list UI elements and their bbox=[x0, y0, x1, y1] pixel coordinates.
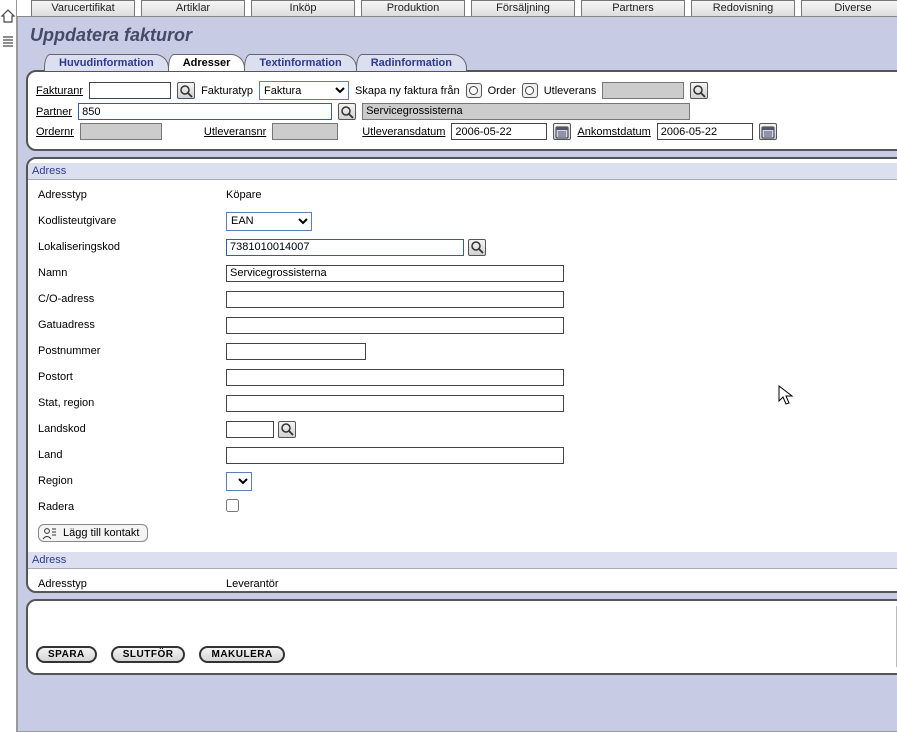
partner-label: Partner bbox=[36, 106, 72, 118]
menu-item-inkop[interactable]: Inköp bbox=[251, 0, 355, 16]
landskod-input[interactable] bbox=[226, 421, 274, 438]
tab-textinformation[interactable]: Textinformation bbox=[244, 54, 356, 71]
menu-item-forsaljning[interactable]: Försäljning bbox=[471, 0, 575, 16]
ankomstdatum-input[interactable] bbox=[657, 123, 753, 140]
spara-button[interactable]: SPARA bbox=[36, 646, 97, 663]
lokaliseringskod-label: Lokaliseringskod bbox=[34, 239, 222, 255]
adresstyp2-label: Adresstyp bbox=[34, 576, 222, 591]
header-panel: Fakturanr Fakturatyp Faktura Skapa ny fa… bbox=[26, 70, 897, 151]
co-adress-input[interactable] bbox=[226, 291, 564, 308]
lokaliseringskod-input[interactable] bbox=[226, 239, 464, 256]
address-section-header-1: Adress bbox=[28, 163, 897, 180]
order-label: Order bbox=[488, 85, 516, 97]
add-contact-button[interactable]: Lägg till kontakt bbox=[38, 524, 148, 542]
utleveransnr-display bbox=[272, 123, 338, 140]
home-icon[interactable] bbox=[0, 8, 16, 24]
contact-icon bbox=[42, 526, 57, 540]
landskod-label: Landskod bbox=[34, 421, 222, 437]
utleverans-ref-field bbox=[602, 82, 684, 99]
order-radio[interactable] bbox=[466, 83, 482, 98]
utleveransdatum-label: Utleveransdatum bbox=[362, 126, 445, 138]
land-input[interactable] bbox=[226, 447, 564, 464]
utleverans-label: Utleverans bbox=[544, 85, 597, 97]
kodlisteutgivare-label: Kodlisteutgivare bbox=[34, 213, 222, 229]
utleverans-lookup-button[interactable] bbox=[690, 82, 708, 99]
address-section-header-2: Adress bbox=[28, 552, 897, 569]
landskod-lookup-button[interactable] bbox=[278, 421, 296, 438]
land-label: Land bbox=[34, 447, 222, 463]
utleveransdatum-calendar-button[interactable] bbox=[553, 123, 571, 140]
partner-name-display: Servicegrossisterna bbox=[362, 103, 690, 120]
stat-region-label: Stat, region bbox=[34, 395, 222, 411]
tab-huvudinformation[interactable]: Huvudinformation bbox=[44, 54, 169, 71]
utleveransdatum-input[interactable] bbox=[451, 123, 547, 140]
footer-panel: SPARA SLUTFÖR MAKULERA Exkl. moms 0.00 M… bbox=[26, 599, 897, 675]
utleveransnr-label: Utleveransnr bbox=[204, 126, 266, 138]
address-scroll-panel: Adress Adresstyp Köpare Kodlisteutgivare… bbox=[26, 157, 897, 593]
tab-radinformation[interactable]: Radinformation bbox=[356, 54, 467, 71]
radera-label: Radera bbox=[34, 499, 222, 515]
ordernr-label: Ordernr bbox=[36, 126, 74, 138]
postnummer-label: Postnummer bbox=[34, 343, 222, 359]
skapa-label: Skapa ny faktura från bbox=[355, 85, 460, 97]
adresstyp-value: Köpare bbox=[222, 187, 897, 203]
partner-lookup-button[interactable] bbox=[338, 103, 356, 120]
lokaliseringskod-lookup-button[interactable] bbox=[468, 239, 486, 256]
fakturanr-label: Fakturanr bbox=[36, 85, 83, 97]
menu-item-varucertifikat[interactable]: Varucertifikat bbox=[31, 0, 135, 16]
add-contact-label: Lägg till kontakt bbox=[63, 527, 139, 539]
menu-item-produktion[interactable]: Produktion bbox=[361, 0, 465, 16]
co-adress-label: C/O-adress bbox=[34, 291, 222, 307]
fakturatyp-select[interactable]: Faktura bbox=[259, 81, 349, 100]
postort-input[interactable] bbox=[226, 369, 564, 386]
radera-checkbox[interactable] bbox=[226, 499, 239, 512]
fakturanr-lookup-button[interactable] bbox=[177, 82, 195, 99]
menu-item-artiklar[interactable]: Artiklar bbox=[141, 0, 245, 16]
namn-input[interactable] bbox=[226, 265, 564, 282]
stat-region-input[interactable] bbox=[226, 395, 564, 412]
ordernr-display bbox=[80, 123, 162, 140]
fakturatyp-label: Fakturatyp bbox=[201, 85, 253, 97]
main-menu: Varucertifikat Artiklar Inköp Produktion… bbox=[17, 0, 897, 17]
postort-label: Postort bbox=[34, 369, 222, 385]
menu-item-diverse[interactable]: Diverse bbox=[801, 0, 897, 16]
partner-input[interactable] bbox=[78, 103, 332, 120]
slutfor-button[interactable]: SLUTFÖR bbox=[111, 646, 186, 663]
adresstyp2-value: Leverantör bbox=[222, 576, 897, 591]
gatuadress-input[interactable] bbox=[226, 317, 564, 334]
fakturanr-input[interactable] bbox=[89, 82, 171, 99]
kodlisteutgivare-select[interactable]: EAN bbox=[226, 212, 312, 231]
namn-label: Namn bbox=[34, 265, 222, 281]
tab-row: Huvudinformation Adresser Textinformatio… bbox=[44, 54, 897, 71]
menu-lines-icon[interactable] bbox=[1, 34, 15, 48]
ankomstdatum-calendar-button[interactable] bbox=[759, 123, 777, 140]
postnummer-input[interactable] bbox=[226, 343, 366, 360]
menu-item-partners[interactable]: Partners bbox=[581, 0, 685, 16]
region-label: Region bbox=[34, 473, 222, 489]
adresstyp-label: Adresstyp bbox=[34, 187, 222, 203]
page-title: Uppdatera fakturor bbox=[30, 25, 897, 46]
utleverans-radio[interactable] bbox=[522, 83, 538, 98]
tab-adresser[interactable]: Adresser bbox=[168, 54, 246, 71]
makulera-button[interactable]: MAKULERA bbox=[199, 646, 284, 663]
gatuadress-label: Gatuadress bbox=[34, 317, 222, 333]
menu-item-redovisning[interactable]: Redovisning bbox=[691, 0, 795, 16]
ankomstdatum-label: Ankomstdatum bbox=[577, 126, 650, 138]
region-select[interactable] bbox=[226, 472, 252, 491]
